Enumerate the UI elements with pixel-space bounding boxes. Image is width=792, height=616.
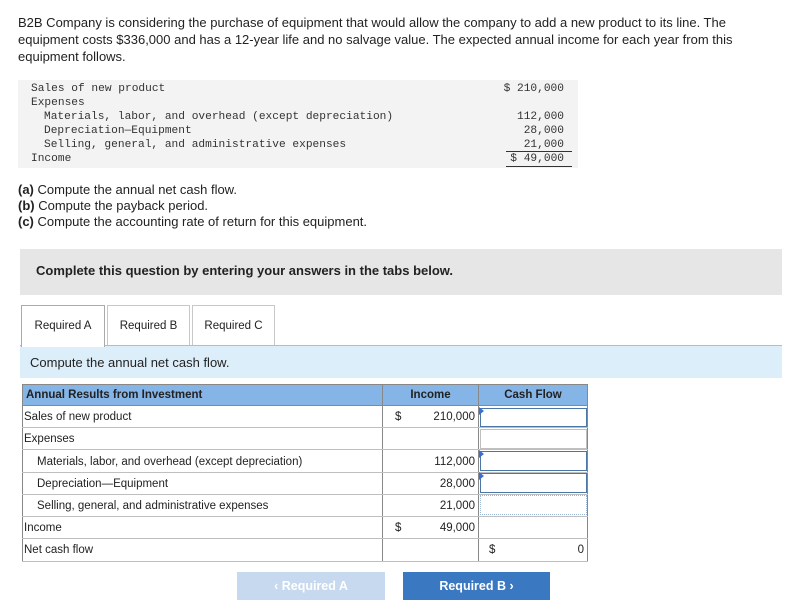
part-a-tag: (a)	[18, 182, 34, 197]
stmt-expenses-label: Expenses	[31, 97, 85, 109]
part-c-text: Compute the accounting rate of return fo…	[33, 214, 368, 229]
row-income-dollar: $	[395, 522, 402, 534]
tab-required-c[interactable]: Required C	[192, 305, 275, 345]
answer-table: Annual Results from Investment Income Ca…	[20, 384, 588, 562]
input-marker-icon	[479, 472, 484, 480]
row-materials-income: 112,000	[434, 456, 475, 468]
part-c: (c) Compute the accounting rate of retur…	[18, 214, 367, 230]
tab-required-a[interactable]: Required A	[21, 305, 105, 347]
chevron-left-icon: ‹	[274, 579, 279, 593]
cashflow-expenses-cell[interactable]	[480, 429, 587, 449]
next-button-label: Required B	[439, 579, 507, 593]
row-materials-label: Materials, labor, and overhead (except d…	[37, 456, 303, 468]
banner-text: Complete this question by entering your …	[36, 263, 454, 278]
stmt-income-label: Income	[31, 153, 72, 165]
prev-required-button[interactable]: ‹ Required A	[237, 572, 385, 600]
stmt-selling-amount: 21,000	[523, 139, 564, 151]
tab-required-b[interactable]: Required B	[107, 305, 190, 345]
row-depreciation-income: 28,000	[439, 478, 475, 490]
row-income-income: 49,000	[439, 522, 475, 534]
row-sales-label: Sales of new product	[24, 411, 132, 423]
stmt-materials-amount: 112,000	[517, 111, 564, 123]
input-marker-icon	[479, 407, 484, 415]
row-sales-dollar: $	[395, 411, 402, 423]
stmt-depreciation-label: Depreciation—Equipment	[44, 125, 192, 137]
header-annual-results: Annual Results from Investment	[22, 384, 383, 406]
cashflow-materials-input[interactable]	[480, 451, 587, 471]
instructions-banner: Complete this question by entering your …	[20, 249, 782, 295]
stmt-sales-amount: $ 210,000	[503, 83, 564, 95]
row-netcash-dollar: $	[489, 544, 496, 556]
row-depreciation-label: Depreciation—Equipment	[37, 478, 169, 490]
header-income: Income	[382, 384, 479, 406]
part-a-text: Compute the annual net cash flow.	[33, 182, 237, 197]
part-c-tag: (c)	[18, 214, 34, 229]
row-sep	[22, 538, 588, 539]
part-b-tag: (b)	[18, 198, 35, 213]
row-selling-label: Selling, general, and administrative exp…	[37, 500, 269, 512]
part-b-text: Compute the payback period.	[34, 198, 209, 213]
stmt-total-rule	[506, 166, 572, 167]
stmt-depreciation-amount: 28,000	[523, 125, 564, 137]
problem-statement: B2B Company is considering the purchase …	[18, 15, 733, 64]
row-sep	[22, 427, 588, 428]
part-a: (a) Compute the annual net cash flow.	[18, 182, 367, 198]
row-income-label: Income	[24, 522, 62, 534]
row-netcash-value: 0	[577, 544, 584, 556]
cashflow-depreciation-input[interactable]	[480, 473, 587, 493]
part-b: (b) Compute the payback period.	[18, 198, 367, 214]
cashflow-sales-input[interactable]	[480, 408, 587, 427]
row-sep	[22, 516, 588, 517]
row-selling-income: 21,000	[439, 500, 475, 512]
row-netcash-label: Net cash flow	[24, 544, 94, 556]
stmt-materials-label: Materials, labor, and overhead (except d…	[44, 111, 394, 123]
next-required-button[interactable]: Required B ›	[403, 572, 550, 600]
stmt-sales-label: Sales of new product	[31, 83, 166, 95]
row-sep	[22, 449, 588, 450]
tab-instruction-bar: Compute the annual net cash flow.	[20, 346, 782, 378]
header-cash-flow: Cash Flow	[478, 384, 588, 406]
stmt-selling-label: Selling, general, and administrative exp…	[44, 139, 347, 151]
row-sep	[22, 561, 588, 562]
row-expenses-label: Expenses	[24, 433, 75, 445]
input-marker-icon	[479, 450, 484, 458]
chevron-right-icon: ›	[509, 579, 514, 593]
tab-instruction-text: Compute the annual net cash flow.	[30, 355, 230, 370]
income-statement: Sales of new product $ 210,000 Expenses …	[18, 80, 578, 168]
stmt-income-amount: $ 49,000	[510, 153, 564, 165]
prev-button-label: Required A	[281, 579, 348, 593]
cashflow-selling-input[interactable]	[480, 495, 587, 515]
row-sales-income: 210,000	[433, 411, 475, 423]
question-parts: (a) Compute the annual net cash flow. (b…	[18, 182, 367, 230]
